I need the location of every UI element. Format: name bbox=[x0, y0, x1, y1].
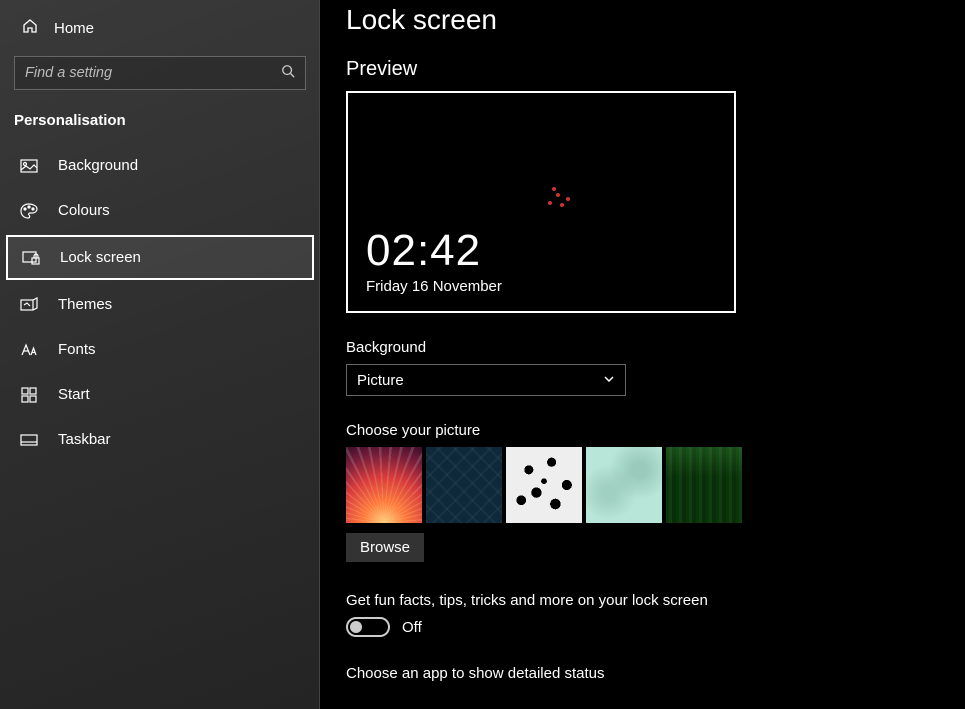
picture-thumbnail[interactable] bbox=[586, 447, 662, 523]
preview-time: 02:42 bbox=[366, 226, 716, 276]
page-title: Lock screen bbox=[346, 4, 965, 36]
taskbar-icon bbox=[20, 432, 38, 448]
start-icon bbox=[20, 387, 38, 403]
choose-picture-label: Choose your picture bbox=[346, 422, 965, 439]
background-dropdown[interactable]: Picture bbox=[346, 364, 626, 396]
sidebar: Home Personalisation Background Colours … bbox=[0, 0, 320, 709]
lock-screen-icon bbox=[22, 250, 40, 266]
browse-button[interactable]: Browse bbox=[346, 533, 424, 562]
sidebar-item-background[interactable]: Background bbox=[0, 143, 320, 188]
sidebar-item-taskbar[interactable]: Taskbar bbox=[0, 417, 320, 462]
home-label: Home bbox=[54, 20, 94, 37]
dropdown-value: Picture bbox=[357, 372, 404, 389]
search-box[interactable] bbox=[14, 56, 306, 90]
sidebar-item-themes[interactable]: Themes bbox=[0, 282, 320, 327]
preview-date: Friday 16 November bbox=[366, 278, 716, 295]
home-icon bbox=[22, 18, 38, 38]
chevron-down-icon bbox=[603, 372, 615, 389]
sidebar-item-start[interactable]: Start bbox=[0, 372, 320, 417]
picture-icon bbox=[20, 158, 38, 174]
sidebar-item-label: Themes bbox=[58, 296, 112, 313]
sidebar-item-colours[interactable]: Colours bbox=[0, 188, 320, 233]
sidebar-item-fonts[interactable]: Fonts bbox=[0, 327, 320, 372]
sidebar-item-label: Fonts bbox=[58, 341, 96, 358]
background-label: Background bbox=[346, 339, 965, 356]
sidebar-item-label: Taskbar bbox=[58, 431, 111, 448]
toggle-state-label: Off bbox=[402, 619, 422, 636]
fun-facts-toggle[interactable] bbox=[346, 617, 390, 637]
picture-thumbnail[interactable] bbox=[346, 447, 422, 523]
sidebar-item-label: Start bbox=[58, 386, 90, 403]
category-heading: Personalisation bbox=[0, 108, 320, 143]
fonts-icon bbox=[20, 342, 38, 358]
search-input[interactable] bbox=[25, 65, 281, 81]
detailed-status-label: Choose an app to show detailed status bbox=[346, 665, 965, 682]
sidebar-item-label: Colours bbox=[58, 202, 110, 219]
picture-thumbnail[interactable] bbox=[426, 447, 502, 523]
lock-screen-preview: 02:42 Friday 16 November bbox=[346, 91, 736, 313]
sidebar-item-lock-screen[interactable]: Lock screen bbox=[6, 235, 314, 280]
palette-icon bbox=[20, 203, 38, 219]
picture-thumbnail[interactable] bbox=[666, 447, 742, 523]
picture-thumbnails bbox=[346, 447, 965, 523]
home-nav[interactable]: Home bbox=[0, 12, 320, 52]
fun-facts-toggle-row: Off bbox=[346, 617, 965, 637]
picture-thumbnail[interactable] bbox=[506, 447, 582, 523]
fun-facts-label: Get fun facts, tips, tricks and more on … bbox=[346, 592, 965, 609]
search-icon bbox=[281, 64, 295, 83]
sidebar-item-label: Lock screen bbox=[60, 249, 141, 266]
main-content: Lock screen Preview 02:42 Friday 16 Nove… bbox=[320, 0, 965, 709]
sidebar-item-label: Background bbox=[58, 157, 138, 174]
preview-heading: Preview bbox=[346, 58, 965, 81]
themes-icon bbox=[20, 297, 38, 313]
